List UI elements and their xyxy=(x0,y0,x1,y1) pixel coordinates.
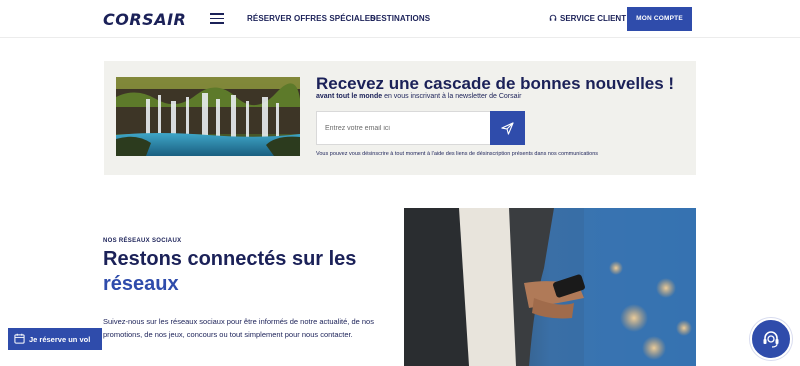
book-flight-button[interactable]: Je réserve un vol xyxy=(8,328,102,350)
mon-compte-button[interactable]: MON COMPTE xyxy=(627,7,692,31)
section-heading: Restons connectés sur les réseaux xyxy=(103,247,383,297)
headset-icon xyxy=(549,14,557,21)
service-client-link[interactable]: SERVICE CLIENT xyxy=(549,14,626,23)
phone-user-image xyxy=(404,208,696,366)
email-input[interactable] xyxy=(316,111,491,145)
section-eyebrow: NOS RÉSEAUX SOCIAUX xyxy=(103,238,182,244)
book-flight-label: Je réserve un vol xyxy=(29,334,91,344)
newsletter-subtitle-bold: avant tout le monde xyxy=(316,93,383,100)
nav-offres-speciales[interactable]: OFFRES SPÉCIALES xyxy=(294,14,376,23)
heading-accent: réseaux xyxy=(103,273,179,295)
nav-reserver[interactable]: RÉSERVER xyxy=(247,14,292,23)
newsletter-subtitle: avant tout le monde en vous inscrivant à… xyxy=(316,93,521,100)
calendar-icon xyxy=(14,333,25,344)
support-chat-button[interactable] xyxy=(750,318,792,360)
service-client-label: SERVICE CLIENT xyxy=(560,14,627,23)
site-header: CORSAIR RÉSERVER OFFRES SPÉCIALES DESTIN… xyxy=(0,0,800,38)
corsair-logo[interactable]: CORSAIR xyxy=(103,10,186,29)
menu-icon[interactable] xyxy=(210,13,224,24)
newsletter-submit-button[interactable] xyxy=(490,111,525,145)
nav-destinations[interactable]: DESTINATIONS xyxy=(370,14,430,23)
heading-main: Restons connectés sur les xyxy=(103,248,357,270)
newsletter-subtitle-rest: en vous inscrivant à la newsletter de Co… xyxy=(382,93,522,100)
waterfall-image xyxy=(116,77,300,156)
send-icon xyxy=(501,122,514,135)
newsletter-legal-text: Vous pouvez vous désinscrire à tout mome… xyxy=(316,151,599,157)
newsletter-title: Recevez une cascade de bonnes nouvelles … xyxy=(316,74,675,93)
newsletter-panel: Recevez une cascade de bonnes nouvelles … xyxy=(104,61,696,175)
section-paragraph: Suivez-nous sur les réseaux sociaux pour… xyxy=(103,317,374,339)
support-agent-icon xyxy=(763,331,779,348)
